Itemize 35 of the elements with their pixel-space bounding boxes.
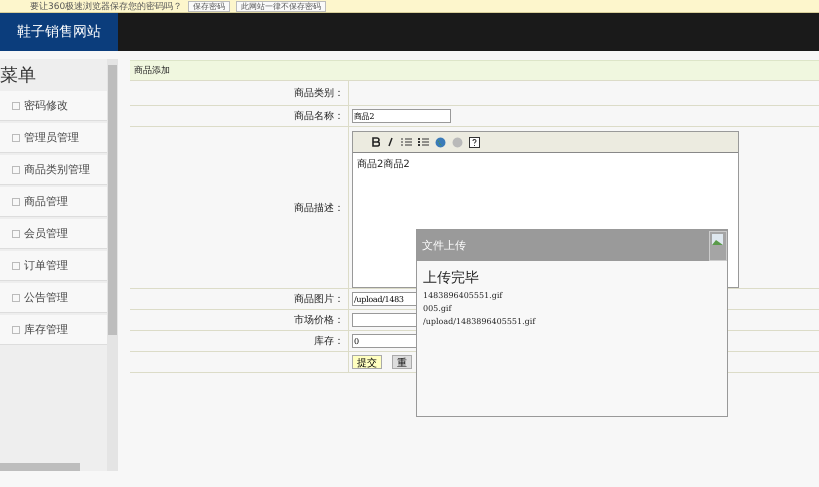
prompt-button[interactable]: 此网站一律不保存密码 — [236, 0, 326, 12]
sidebar-title: 菜单 — [0, 64, 37, 88]
sidebar-item[interactable]: 管理员管理 — [0, 123, 107, 153]
field-label: 市场价格： — [130, 310, 349, 330]
italic-icon[interactable] — [386, 137, 395, 147]
globe-icon[interactable] — [435, 136, 446, 148]
broken-image-icon[interactable] — [709, 230, 727, 260]
numbered-list-icon[interactable] — [401, 137, 412, 147]
field-label: 商品名称： — [130, 106, 349, 126]
sidebar-item[interactable]: 会员管理 — [0, 219, 107, 249]
prompt-message: 要让360极速浏览器保存您的密码吗？ — [30, 0, 182, 12]
sidebar-item[interactable]: 商品类别管理 — [0, 155, 107, 185]
field-label: 商品类别： — [130, 81, 349, 105]
bullet-list-icon[interactable] — [418, 137, 429, 147]
form-button[interactable]: 重 — [392, 355, 412, 369]
field-label: 商品图片： — [130, 289, 349, 309]
help-icon[interactable] — [469, 136, 480, 148]
sidebar-item[interactable]: 商品管理 — [0, 187, 107, 217]
field-label: 商品描述： — [130, 127, 349, 288]
field-label: 库存： — [130, 331, 349, 351]
sidebar-item[interactable]: 库存管理 — [0, 315, 107, 345]
prompt-button[interactable]: 保存密码 — [188, 0, 230, 12]
dialog-title: 文件上传 — [422, 238, 466, 253]
form-button[interactable]: 提交 — [352, 355, 382, 369]
dialog-heading: 上传完毕 — [422, 269, 480, 288]
file-name-text: 005.gif — [422, 303, 453, 315]
file-name-text: /upload/1483896405551.gif — [422, 316, 537, 328]
sidebar-item[interactable]: 密码修改 — [0, 91, 107, 121]
input-field[interactable]: 商品2 — [352, 109, 451, 123]
horizontal-scrollbar[interactable] — [0, 463, 80, 471]
form-title: 商品添加 — [130, 61, 819, 81]
sidebar-item[interactable]: 公告管理 — [0, 283, 107, 313]
bold-icon[interactable] — [371, 137, 380, 147]
site-brand[interactable]: 鞋子销售网站 — [0, 13, 118, 51]
sidebar-item[interactable]: 订单管理 — [0, 251, 107, 281]
